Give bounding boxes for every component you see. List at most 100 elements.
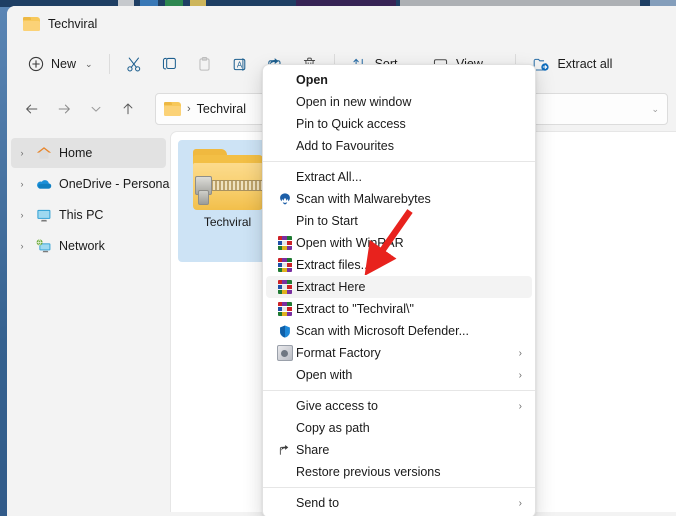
- arrow-left-icon: [26, 104, 38, 114]
- sidebar-label: Network: [59, 239, 105, 253]
- navigation-pane: › Home › OneDrive - Personal › This PC ›…: [7, 131, 173, 512]
- menu-icon-slot: [273, 236, 296, 250]
- sidebar-item-home[interactable]: › Home: [11, 138, 166, 168]
- tab-techviral[interactable]: Techviral: [13, 9, 108, 39]
- home-icon: [35, 145, 53, 161]
- sidebar-item-network[interactable]: › Network: [11, 231, 166, 261]
- menu-item-scan-with-defender[interactable]: Scan with Microsoft Defender...: [266, 320, 532, 342]
- menu-separator-1: [263, 161, 535, 162]
- menu-item-restore-previous-versions[interactable]: Restore previous versions: [266, 461, 532, 483]
- chevron-right-icon[interactable]: ›: [15, 179, 29, 189]
- address-dropdown-icon[interactable]: ⌄: [651, 104, 659, 115]
- zipped-folder-icon: [192, 149, 264, 211]
- sidebar-item-onedrive[interactable]: › OneDrive - Personal: [11, 169, 173, 199]
- sidebar-label: This PC: [59, 208, 104, 222]
- malwarebytes-icon: [279, 193, 290, 205]
- menu-label: Scan with Microsoft Defender...: [296, 324, 469, 338]
- menu-icon-slot: [273, 192, 296, 206]
- defender-shield-icon: [279, 325, 290, 338]
- screenshot-root: Techviral New ⌄ A Extract all › Techvira…: [0, 0, 676, 516]
- menu-icon-slot: [273, 302, 296, 316]
- menu-separator-3: [263, 487, 535, 488]
- extract-all-button[interactable]: Extract all: [523, 48, 621, 80]
- arrow-right-icon: [58, 104, 70, 114]
- svg-text:A: A: [236, 60, 242, 69]
- plus-circle-icon: [28, 56, 44, 72]
- menu-icon-slot: [273, 324, 296, 339]
- scissors-icon: [126, 57, 140, 71]
- cloud-icon: [35, 176, 53, 192]
- menu-item-add-to-favourites[interactable]: Add to Favourites: [266, 135, 532, 157]
- menu-item-extract-to-folder[interactable]: Extract to "Techviral\": [266, 298, 532, 320]
- menu-item-open[interactable]: Open: [266, 69, 532, 91]
- menu-label: Extract Here: [296, 280, 366, 294]
- menu-label: Scan with Malwarebytes: [296, 192, 431, 206]
- forward-button[interactable]: [49, 94, 79, 124]
- menu-item-copy-as-path[interactable]: Copy as path: [266, 417, 532, 439]
- menu-item-extract-here[interactable]: Extract Here: [266, 276, 532, 298]
- menu-label: Restore previous versions: [296, 465, 441, 479]
- winrar-icon: [277, 258, 292, 272]
- submenu-chevron-icon: ›: [518, 369, 522, 381]
- sidebar-item-this-pc[interactable]: › This PC: [11, 200, 166, 230]
- sidebar-label: OneDrive - Personal: [59, 177, 173, 191]
- menu-label: Extract files...: [296, 258, 372, 272]
- menu-label: Open in new window: [296, 95, 412, 109]
- menu-label: Open: [296, 73, 328, 87]
- menu-label: Open with WinRAR: [296, 236, 404, 250]
- menu-label: Pin to Quick access: [296, 117, 406, 131]
- menu-item-open-in-new-window[interactable]: Open in new window: [266, 91, 532, 113]
- menu-label: Pin to Start: [296, 214, 358, 228]
- chevron-right-icon[interactable]: ›: [15, 241, 29, 251]
- rename-icon: A: [233, 57, 245, 71]
- tab-label: Techviral: [48, 17, 98, 31]
- menu-item-extract-all[interactable]: Extract All...: [266, 166, 532, 188]
- menu-item-pin-to-start[interactable]: Pin to Start: [266, 210, 532, 232]
- sidebar-label: Home: [59, 146, 93, 160]
- extract-all-label: Extract all: [557, 57, 613, 71]
- menu-item-scan-with-malwarebytes[interactable]: Scan with Malwarebytes: [266, 188, 532, 210]
- paste-button: [187, 48, 222, 80]
- copy-icon: [162, 57, 176, 69]
- menu-separator-2: [263, 390, 535, 391]
- menu-item-share[interactable]: Share: [266, 439, 532, 461]
- menu-label: Open with: [296, 368, 353, 382]
- menu-item-open-with-winrar[interactable]: Open with WinRAR: [266, 232, 532, 254]
- menu-label: Extract All...: [296, 170, 362, 184]
- folder-icon: [23, 17, 40, 31]
- arrow-up-icon: [123, 103, 133, 115]
- menu-item-extract-files[interactable]: Extract files...: [266, 254, 532, 276]
- menu-item-send-to[interactable]: Send to ›: [266, 492, 532, 514]
- copy-button[interactable]: [152, 48, 187, 80]
- chevron-down-icon: [91, 106, 101, 112]
- menu-label: Copy as path: [296, 421, 370, 435]
- folder-icon: [164, 102, 181, 116]
- menu-label: Format Factory: [296, 346, 381, 360]
- submenu-chevron-icon: ›: [518, 497, 522, 509]
- menu-item-format-factory[interactable]: Format Factory ›: [266, 342, 532, 364]
- menu-item-pin-to-quick-access[interactable]: Pin to Quick access: [266, 113, 532, 135]
- chevron-right-icon[interactable]: ›: [15, 148, 29, 158]
- menu-item-give-access-to[interactable]: Give access to ›: [266, 395, 532, 417]
- submenu-chevron-icon: ›: [518, 400, 522, 412]
- back-button[interactable]: [17, 94, 47, 124]
- menu-icon-slot: [273, 345, 296, 361]
- rename-button[interactable]: A: [222, 48, 257, 80]
- menu-icon-slot: [273, 280, 296, 294]
- cut-button[interactable]: [117, 48, 152, 80]
- context-menu[interactable]: Open Open in new window Pin to Quick acc…: [262, 64, 536, 516]
- breadcrumb-separator: ›: [187, 103, 191, 115]
- new-label: New: [51, 57, 77, 71]
- paste-icon: [199, 56, 210, 71]
- chevron-right-icon[interactable]: ›: [15, 210, 29, 220]
- breadcrumb-techviral[interactable]: Techviral: [197, 102, 246, 116]
- monitor-icon: [35, 207, 53, 223]
- tab-strip: Techviral: [7, 6, 676, 41]
- menu-label: Send to: [296, 496, 340, 510]
- menu-icon-slot: [273, 443, 296, 457]
- winrar-icon: [277, 302, 292, 316]
- new-button[interactable]: New ⌄: [19, 48, 102, 80]
- up-button[interactable]: [113, 94, 143, 124]
- recent-locations-button[interactable]: [81, 94, 111, 124]
- menu-item-open-with[interactable]: Open with ›: [266, 364, 532, 386]
